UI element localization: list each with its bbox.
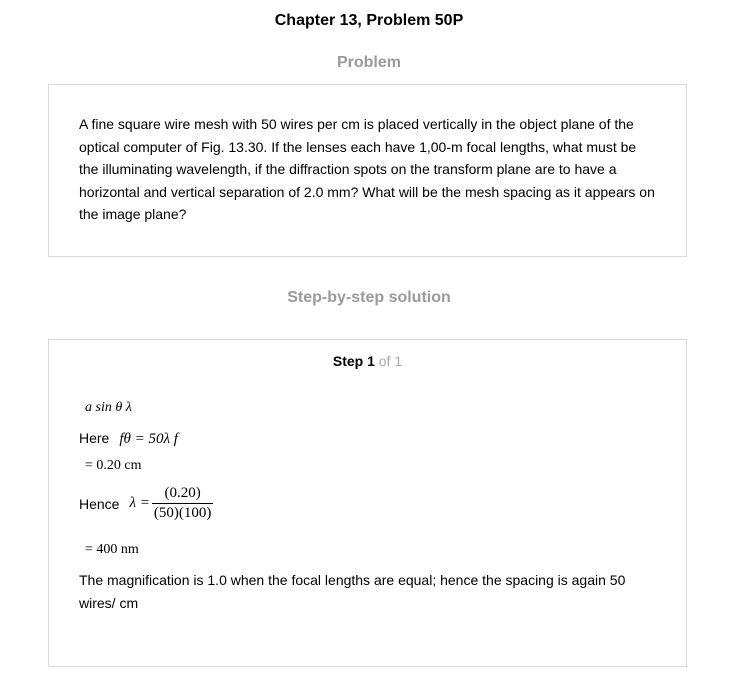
here-label: Here xyxy=(79,430,110,446)
hence-label: Hence xyxy=(79,495,120,512)
equation-lambda-lhs: λ = xyxy=(129,495,150,511)
step-header: Step 1 of 1 xyxy=(49,353,686,369)
problem-heading: Problem xyxy=(336,54,401,71)
step-count: of 1 xyxy=(378,353,403,369)
problem-box: A fine square wire mesh with 50 wires pe… xyxy=(48,84,687,257)
hence-line: Hence λ = (0.20) (50)(100) xyxy=(79,485,214,522)
step-label: Step 1 xyxy=(332,353,375,369)
equation-wavelength-result: = 400 nm xyxy=(85,542,139,557)
solution-box: Step 1 of 1 a sin θ λ Here fθ = 50λ f = 0… xyxy=(48,339,687,667)
equation-spacing: = 0.20 cm xyxy=(85,458,142,473)
conclusion-text: The magnification is 1.0 when the focal … xyxy=(79,572,626,611)
equation-lambda-fraction: (0.20) (50)(100) xyxy=(151,485,214,522)
here-line: Here fθ = 50λ f xyxy=(79,430,178,448)
solution-heading: Step-by-step solution xyxy=(287,289,451,306)
problem-text: A fine square wire mesh with 50 wires pe… xyxy=(79,116,655,222)
equation-grating: a sin θ λ xyxy=(85,400,132,415)
fraction-denominator: (50)(100) xyxy=(153,505,212,521)
fraction-numerator: (0.20) xyxy=(151,485,214,504)
chapter-title: Chapter 13, Problem 50P xyxy=(274,12,464,29)
equation-focal: fθ = 50λ f xyxy=(119,431,178,447)
